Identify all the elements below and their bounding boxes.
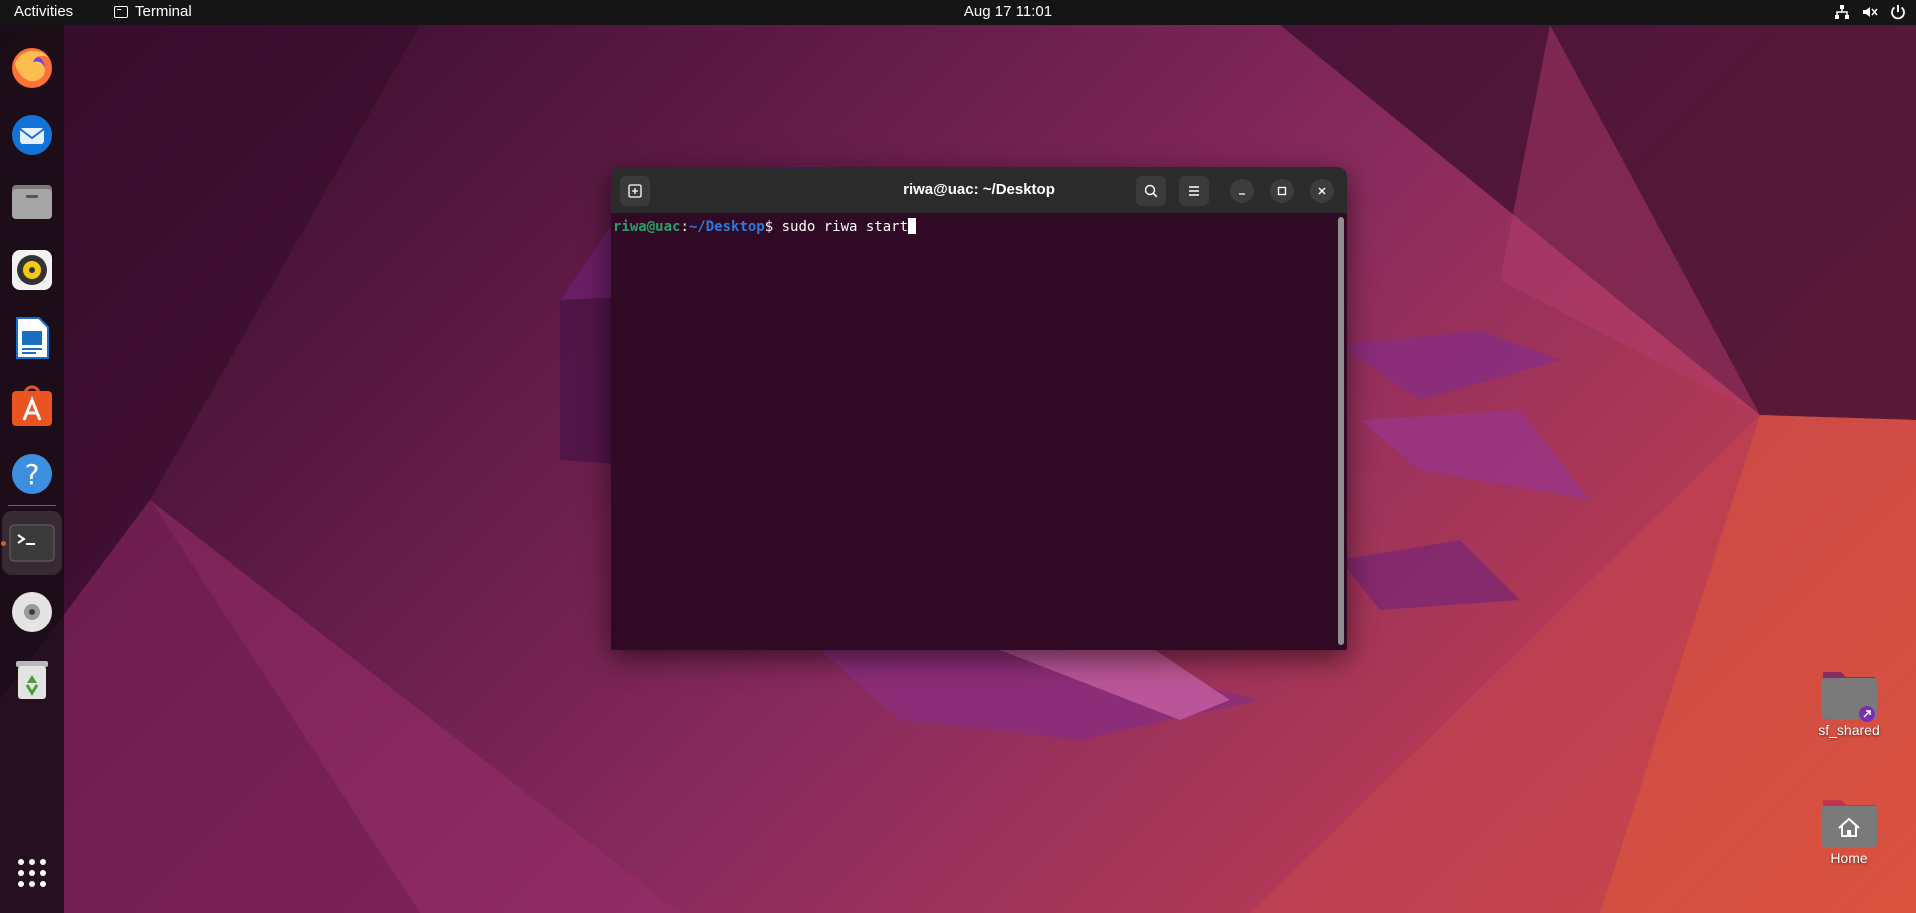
prompt-symbol: $ [764,219,782,235]
typed-command: sudo riwa start [781,219,909,235]
svg-text:?: ? [25,458,40,491]
thunderbird-icon [12,115,52,155]
activities-button[interactable]: Activities [14,3,73,20]
dock: ? [0,25,64,913]
dock-item-thunderbird[interactable] [0,102,64,166]
minimize-button[interactable] [1230,179,1254,203]
app-grid-icon [18,859,46,887]
dock-item-dvd-drive[interactable] [0,580,64,644]
prompt-colon: : [680,219,689,235]
menu-button[interactable] [1179,176,1209,206]
search-button[interactable] [1136,176,1166,206]
power-icon[interactable] [1890,4,1906,20]
maximize-button[interactable] [1270,179,1294,203]
dock-item-libreoffice-writer[interactable] [0,306,64,370]
firefox-icon [12,48,52,88]
app-center-icon [12,385,52,426]
home-folder-icon [1821,796,1877,847]
volume-muted-icon[interactable] [1862,4,1878,20]
terminal-window[interactable]: riwa@uac: ~/Desktop riwa@uac:~/Desktop$ … [611,167,1347,650]
prompt-user-host: riwa@uac [613,219,681,235]
prompt-line: riwa@uac:~/Desktop$ sudo riwa start [613,218,917,235]
terminal-scrollbar[interactable] [1338,217,1344,645]
terminal-header-bar[interactable]: riwa@uac: ~/Desktop [611,167,1347,213]
running-indicator [1,541,6,546]
new-tab-button[interactable] [620,176,650,206]
desktop-icon-label: Home [1830,850,1868,866]
dock-item-help[interactable]: ? [0,442,64,506]
dock-item-terminal[interactable] [2,511,62,575]
app-menu-label: Terminal [135,3,192,20]
shared-folder-icon [1821,668,1877,722]
prompt-path: ~/Desktop [688,219,765,235]
system-tray[interactable] [1834,4,1906,20]
writer-icon [16,317,49,359]
files-icon [12,185,52,219]
dock-item-app-center[interactable] [0,374,64,438]
terminal-small-icon [114,5,128,18]
dock-item-rhythmbox[interactable] [0,238,64,302]
new-tab-icon [628,184,642,198]
search-icon [1144,184,1158,198]
maximize-icon [1277,186,1287,196]
trash-icon [16,661,48,699]
hamburger-menu-icon [1189,186,1199,196]
app-menu[interactable]: Terminal [114,3,192,20]
dock-item-trash[interactable] [0,648,64,712]
minimize-icon [1239,193,1245,195]
close-button[interactable] [1310,179,1334,203]
dock-item-files[interactable] [0,170,64,234]
window-title: riwa@uac: ~/Desktop [903,181,1055,198]
text-cursor [908,218,917,234]
clock[interactable]: Aug 17 11:01 [948,3,1068,20]
desktop-icon-sf-shared[interactable]: sf_shared [1804,668,1894,738]
network-icon[interactable] [1834,4,1850,20]
show-applications-button[interactable] [0,841,64,905]
dock-item-firefox[interactable] [0,35,64,99]
desktop-icon-home[interactable]: Home [1804,796,1894,866]
desktop-icon-label: sf_shared [1818,722,1880,738]
rhythmbox-icon [12,250,52,290]
disc-icon [12,592,52,632]
top-bar: Activities Terminal Aug 17 11:01 [0,0,1916,25]
help-icon: ? [12,454,52,494]
terminal-icon [9,524,55,562]
dock-separator [8,505,56,506]
terminal-output[interactable]: riwa@uac:~/Desktop$ sudo riwa start [611,213,1333,650]
close-icon [1318,187,1326,195]
